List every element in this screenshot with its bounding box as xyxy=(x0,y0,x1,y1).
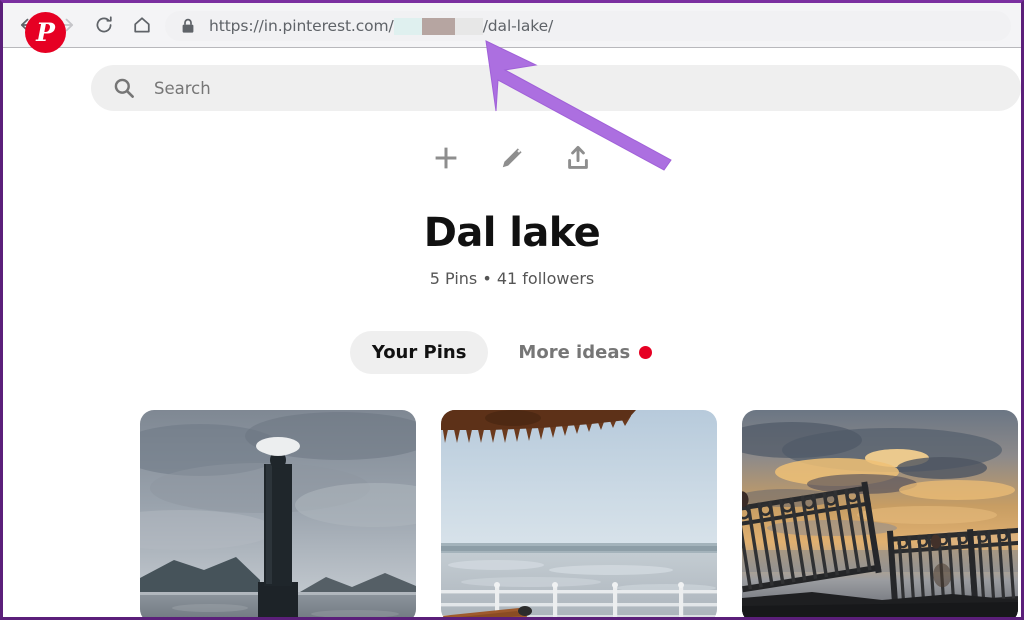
tab-your-pins[interactable]: Your Pins xyxy=(349,331,489,374)
board-action-bar xyxy=(3,138,1021,178)
reload-button[interactable] xyxy=(85,6,123,44)
tab-more-ideas[interactable]: More ideas xyxy=(496,331,674,374)
pinterest-logo-glyph: P xyxy=(36,17,55,47)
reload-icon xyxy=(96,16,112,33)
edit-board-button[interactable] xyxy=(492,138,532,178)
address-bar[interactable]: https://in.pinterest.com/ /dal-lake/ xyxy=(165,11,1011,41)
pinterest-logo[interactable]: P xyxy=(25,12,66,53)
pin-image-2 xyxy=(441,410,717,617)
url-redaction-block-1 xyxy=(393,17,422,35)
browser-toolbar: https://in.pinterest.com/ /dal-lake/ xyxy=(3,3,1021,48)
tab-more-ideas-label: More ideas xyxy=(518,342,631,363)
pin-image-3 xyxy=(742,410,1018,617)
share-board-button[interactable] xyxy=(558,138,598,178)
add-pin-button[interactable] xyxy=(426,138,466,178)
pin-grid xyxy=(140,410,1018,617)
board-stats: 5 Pins • 41 followers xyxy=(429,269,595,288)
share-upload-icon xyxy=(568,145,588,169)
home-button[interactable] xyxy=(123,6,161,44)
plus-icon xyxy=(435,147,457,169)
pencil-icon xyxy=(502,148,522,168)
browser-window: https://in.pinterest.com/ /dal-lake/ P S… xyxy=(0,0,1024,620)
search-placeholder: Search xyxy=(154,78,211,98)
search-icon xyxy=(113,77,135,99)
pin-lamp-post-lake[interactable] xyxy=(140,410,416,617)
board-tabs: Your Pins More ideas xyxy=(3,331,1021,374)
new-ideas-badge-dot xyxy=(639,346,653,359)
tab-your-pins-label: Your Pins xyxy=(371,342,467,363)
url-display: https://in.pinterest.com/ /dal-lake/ xyxy=(209,17,553,35)
board-title: Dal lake xyxy=(423,210,601,256)
pin-houseboat-lake-view[interactable] xyxy=(441,410,717,617)
lock-icon xyxy=(181,18,195,34)
search-input[interactable]: Search xyxy=(91,65,1021,111)
url-redaction-block-3 xyxy=(454,17,483,35)
url-redaction-block-2 xyxy=(421,17,455,35)
home-icon xyxy=(134,17,150,33)
pin-sunset-iron-fence[interactable] xyxy=(742,410,1018,617)
url-prefix: https://in.pinterest.com/ xyxy=(209,17,394,35)
pin-image-1 xyxy=(140,410,416,617)
url-suffix: /dal-lake/ xyxy=(482,17,554,35)
